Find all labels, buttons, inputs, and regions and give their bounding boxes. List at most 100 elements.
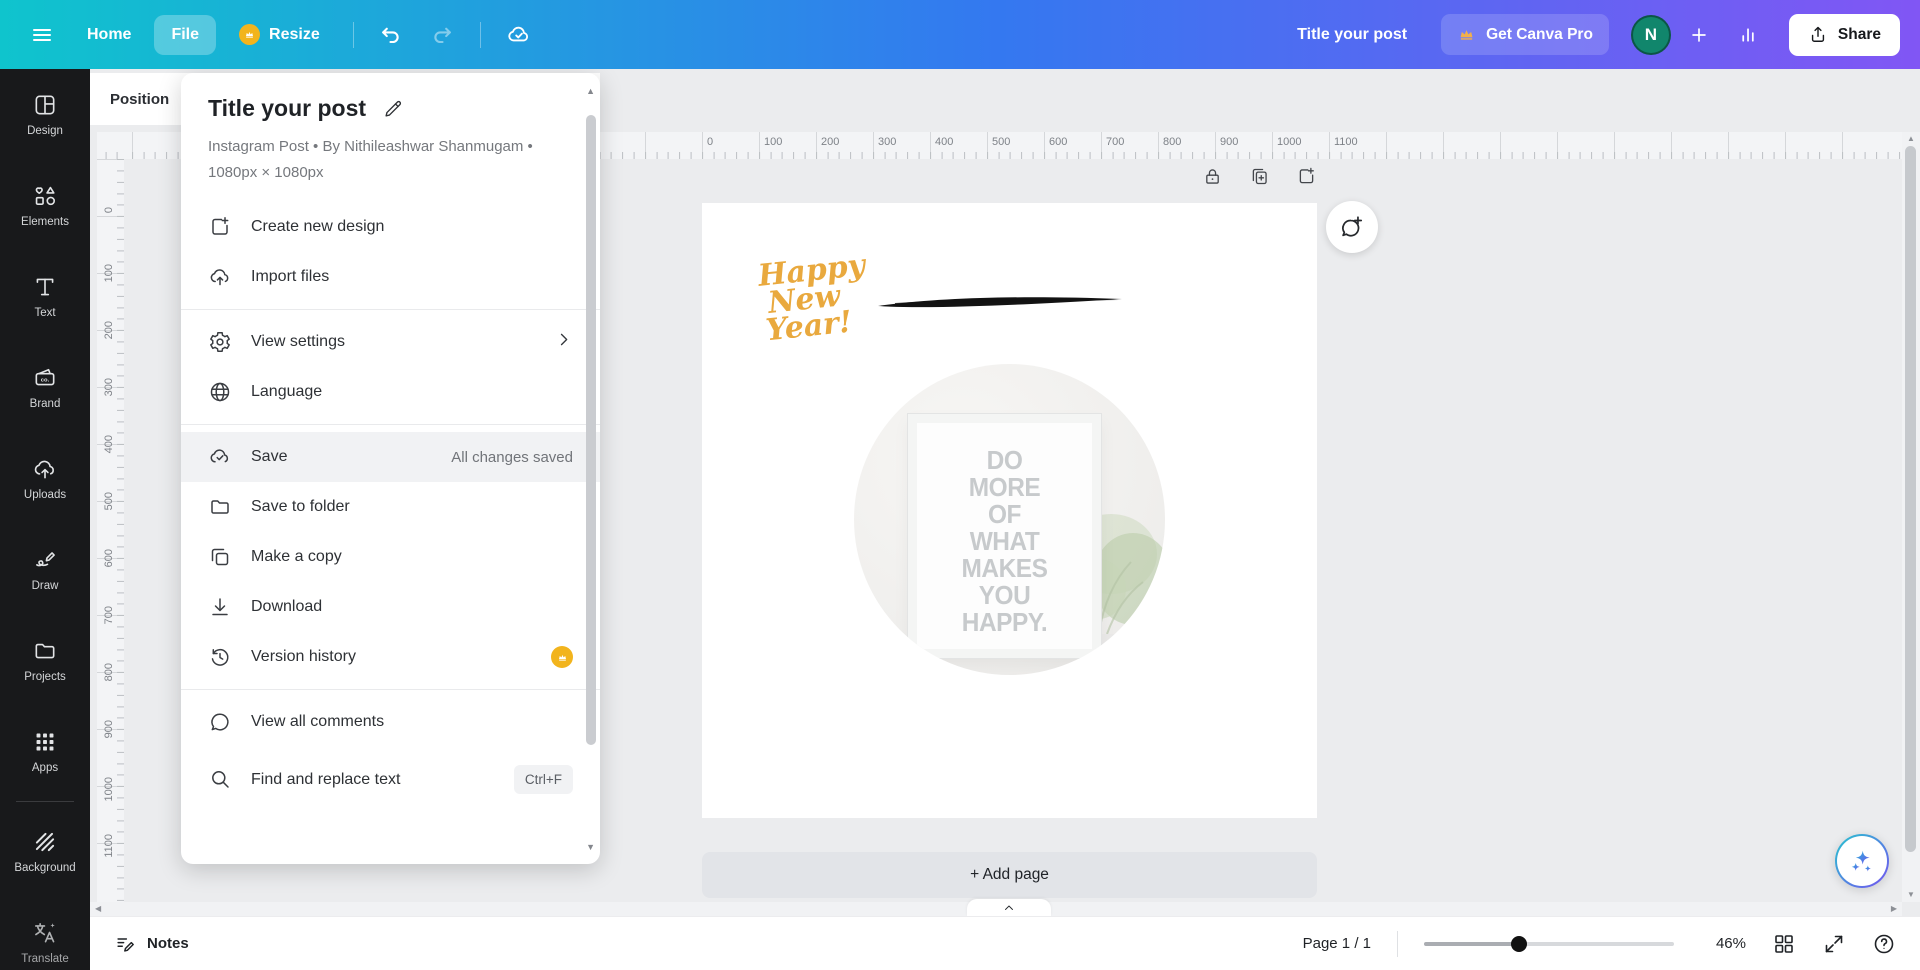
v-ruler-label: 400 xyxy=(103,435,115,454)
top-bar: Home File Resize Title your post Get Can… xyxy=(0,0,1920,69)
h-ruler-label: 900 xyxy=(1220,136,1239,148)
undo-button[interactable] xyxy=(370,13,414,57)
poster-line: OF xyxy=(987,499,1021,529)
menu-item-view-all-comments[interactable]: View all comments xyxy=(208,697,573,747)
create-new-icon xyxy=(208,215,232,239)
zoom-slider-thumb[interactable] xyxy=(1511,935,1527,952)
help-button[interactable] xyxy=(1872,932,1896,956)
apps-icon xyxy=(32,729,58,755)
menu-item-download[interactable]: Download xyxy=(208,582,573,632)
design-icon xyxy=(32,92,58,118)
main-menu-button[interactable] xyxy=(20,13,64,57)
notes-button[interactable]: Notes xyxy=(114,933,189,955)
file-button[interactable]: File xyxy=(154,14,217,55)
collapse-panel-button[interactable] xyxy=(967,899,1051,916)
poster-text: DO MORE OF WHAT MAKES YOU HAPPY. xyxy=(922,423,1087,636)
home-button[interactable]: Home xyxy=(70,15,148,55)
design-page[interactable]: Happy New Year! DO MORE OF WHAT MAKES YOU HAP xyxy=(702,203,1317,818)
scroll-up-icon[interactable]: ▲ xyxy=(1907,135,1915,143)
menu-item-label: Save to folder xyxy=(251,498,350,515)
add-page-icon[interactable] xyxy=(1296,166,1317,187)
document-title[interactable]: Title your post xyxy=(1297,26,1407,44)
vertical-scrollbar-thumb[interactable] xyxy=(1905,146,1916,852)
add-comment-button[interactable] xyxy=(1326,201,1378,253)
copy-icon xyxy=(208,545,232,569)
vertical-scrollbar[interactable]: ▲ ▼ xyxy=(1902,132,1920,902)
background-icon xyxy=(32,829,58,855)
zoom-slider[interactable] xyxy=(1424,935,1674,952)
pro-crown-icon xyxy=(239,24,261,45)
avatar[interactable]: N xyxy=(1630,14,1671,55)
crown-icon xyxy=(1460,30,1473,40)
scroll-down-icon[interactable]: ▼ xyxy=(1907,891,1915,899)
poster-line: MAKES xyxy=(961,553,1048,583)
menu-item-save-to-folder[interactable]: Save to folder xyxy=(208,482,573,532)
brush-stroke-art[interactable] xyxy=(875,291,1125,313)
menu-item-label: Create new design xyxy=(251,218,385,235)
save-icon xyxy=(208,445,232,469)
page-indicator[interactable]: Page 1 / 1 xyxy=(1303,935,1371,952)
h-ruler-label: 500 xyxy=(992,136,1011,148)
import-icon xyxy=(208,265,232,289)
redo-button[interactable] xyxy=(420,13,464,57)
save-status-button[interactable] xyxy=(497,13,541,57)
get-canva-pro-button[interactable]: Get Canva Pro xyxy=(1441,14,1609,55)
sidebar-item-elements[interactable]: Elements xyxy=(0,160,90,251)
menu-item-language[interactable]: Language xyxy=(208,367,573,417)
settings-icon xyxy=(208,330,232,354)
lock-icon[interactable] xyxy=(1202,166,1223,187)
page-tools xyxy=(1202,166,1317,187)
menu-scroll-down-icon[interactable]: ▼ xyxy=(586,843,595,852)
menu-item-view-settings[interactable]: View settings xyxy=(208,317,573,367)
scroll-left-icon[interactable]: ◀ xyxy=(95,905,101,913)
grid-view-button[interactable] xyxy=(1772,932,1796,956)
save-status-text: All changes saved xyxy=(451,448,573,466)
menu-item-save[interactable]: Save All changes saved xyxy=(181,432,600,482)
zoom-level[interactable]: 46% xyxy=(1702,935,1746,952)
sidebar-item-apps[interactable]: Apps xyxy=(0,706,90,797)
menu-item-create-new-design[interactable]: Create new design xyxy=(208,202,573,252)
zoom-slider-track[interactable] xyxy=(1424,941,1674,946)
menu-item-version-history[interactable]: Version history xyxy=(208,632,573,682)
sidebar-item-label: Brand xyxy=(29,398,61,410)
sidebar-item-projects[interactable]: Projects xyxy=(0,615,90,706)
sidebar-item-draw[interactable]: Draw xyxy=(0,524,90,615)
add-member-button[interactable] xyxy=(1677,13,1721,57)
plus-icon xyxy=(1692,27,1706,42)
sidebar-item-translate[interactable]: Translate xyxy=(0,897,90,970)
menu-item-find-and-replace-text[interactable]: Find and replace text Ctrl+F xyxy=(208,747,573,811)
magic-assistant-button[interactable] xyxy=(1835,834,1889,888)
help-icon xyxy=(1874,934,1894,953)
happy-new-year-art[interactable]: Happy New Year! xyxy=(756,248,877,367)
add-page-button[interactable]: + Add page xyxy=(702,852,1317,898)
fullscreen-button[interactable] xyxy=(1822,932,1846,956)
duplicate-page-icon[interactable] xyxy=(1249,166,1270,187)
position-button[interactable]: Position xyxy=(110,73,169,125)
sidebar-item-brand[interactable]: co. Brand xyxy=(0,342,90,433)
poster-line: YOU xyxy=(978,580,1031,610)
file-menu: Title your post Instagram Post • By Nith… xyxy=(181,73,600,864)
insights-button[interactable] xyxy=(1727,13,1771,57)
menu-scroll-up-icon[interactable]: ▲ xyxy=(586,87,595,96)
sidebar-item-background[interactable]: Background xyxy=(0,806,90,897)
sidebar-item-uploads[interactable]: Uploads xyxy=(0,433,90,524)
edit-title-button[interactable] xyxy=(382,98,404,120)
sidebar-item-text[interactable]: Text xyxy=(0,251,90,342)
share-button[interactable]: Share xyxy=(1788,13,1900,56)
sidebar-item-design[interactable]: Design xyxy=(0,69,90,160)
quote-photo-circle[interactable]: DO MORE OF WHAT MAKES YOU HAPPY. xyxy=(854,364,1165,675)
translate-icon xyxy=(32,920,58,946)
sidebar-nav: Design Elements Text co. Brand Uploads Draw Pro… xyxy=(0,69,90,970)
workspace: Position 0 100 200 300 400 500 600 700 800 900 100… xyxy=(90,69,1920,916)
sidebar-item-label: Draw xyxy=(31,580,59,592)
menu-item-import-files[interactable]: Import files xyxy=(208,252,573,302)
scroll-right-icon[interactable]: ▶ xyxy=(1891,905,1897,913)
search-icon xyxy=(208,767,232,791)
menu-scrollbar-thumb[interactable] xyxy=(586,115,596,745)
menu-separator xyxy=(181,309,600,310)
elements-icon xyxy=(32,183,58,209)
sidebar-item-label: Projects xyxy=(24,671,66,683)
menu-item-label: View settings xyxy=(251,333,345,350)
resize-button[interactable]: Resize xyxy=(222,13,337,56)
menu-item-make-a-copy[interactable]: Make a copy xyxy=(208,532,573,582)
